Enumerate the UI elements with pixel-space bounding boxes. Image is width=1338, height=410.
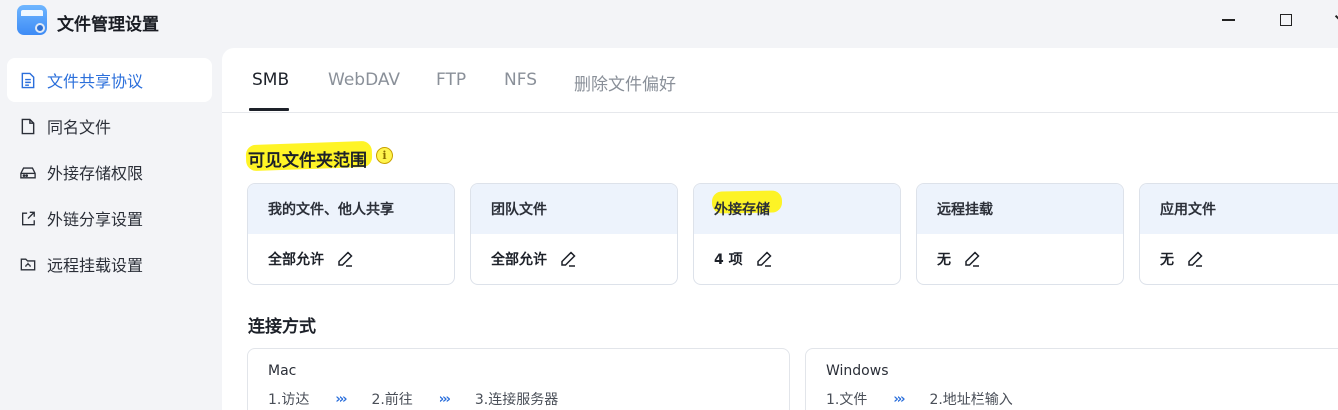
sidebar-item-external-link-share[interactable]: 外链分享设置 — [7, 196, 212, 240]
edit-icon[interactable] — [336, 250, 354, 268]
card-value: 全部允许 — [268, 252, 324, 268]
connection-steps: 1.文件 ››› 2.地址栏输入 — [826, 389, 1013, 409]
active-tab-indicator — [249, 108, 289, 111]
card-value: 全部允许 — [491, 252, 547, 268]
maximize-button[interactable] — [1272, 8, 1300, 32]
document-icon — [20, 71, 36, 89]
scope-card-my-files: 我的文件、他人共享 全部允许 — [247, 183, 455, 285]
sidebar-item-label: 外接存储权限 — [47, 164, 144, 183]
sidebar-item-remote-mount[interactable]: 远程挂载设置 — [7, 242, 212, 286]
maximize-icon — [1280, 14, 1292, 26]
connection-card-mac: Mac 1.访达 ››› 2.前往 ››› 3.连接服务器 — [247, 348, 790, 410]
scope-card-external-storage: 外接存储 4 项 — [693, 183, 901, 285]
main-panel: SMB WebDAV FTP NFS 删除文件偏好 可见文件夹范围 i 我的文件… — [222, 48, 1338, 410]
sidebar-item-label: 文件共享协议 — [47, 72, 144, 91]
sidebar-item-label: 外链分享设置 — [47, 210, 144, 229]
connection-steps: 1.访达 ››› 2.前往 ››› 3.连接服务器 — [268, 389, 558, 409]
tab-nfs[interactable]: NFS — [504, 70, 537, 90]
remote-mount-icon — [20, 255, 36, 273]
protocol-tabs: SMB WebDAV FTP NFS 删除文件偏好 — [222, 48, 1338, 113]
minimize-icon — [1221, 19, 1235, 21]
tab-ftp[interactable]: FTP — [436, 70, 466, 90]
sidebar: 文件共享协议 同名文件 外接存储权限 外链分享设置 远程挂载设置 — [7, 58, 212, 288]
sidebar-item-external-storage[interactable]: 外接存储权限 — [7, 150, 212, 194]
connection-title: 连接方式 — [248, 317, 316, 337]
card-value-row: 全部允许 — [471, 234, 677, 284]
scope-card-app-files: 应用文件 无 — [1139, 183, 1338, 285]
connection-step: 1.文件 — [826, 392, 868, 408]
card-header: 远程挂载 — [917, 184, 1123, 234]
connection-step: 2.地址栏输入 — [929, 392, 1013, 408]
card-value: 无 — [937, 252, 951, 268]
sidebar-item-label: 远程挂载设置 — [47, 256, 144, 275]
minimize-button[interactable] — [1214, 8, 1242, 32]
connection-card-windows: Windows 1.文件 ››› 2.地址栏输入 — [805, 348, 1338, 410]
share-icon — [20, 209, 36, 227]
connection-step: 3.连接服务器 — [474, 392, 559, 408]
scope-card-team-files: 团队文件 全部允许 — [470, 183, 678, 285]
connection-os-title: Windows — [826, 363, 889, 379]
card-header: 外接存储 — [714, 202, 770, 218]
edit-icon[interactable] — [1186, 250, 1204, 268]
card-header-row: 外接存储 — [694, 184, 900, 234]
title-bar: 文件管理设置 — [0, 0, 1338, 44]
tab-webdav[interactable]: WebDAV — [328, 70, 400, 90]
info-icon[interactable]: i — [376, 147, 393, 164]
close-button[interactable] — [1326, 8, 1338, 32]
card-value-row: 全部允许 — [248, 234, 454, 284]
card-value-row: 4 项 — [694, 234, 900, 284]
file-icon — [20, 117, 36, 135]
visible-scope-title: 可见文件夹范围 — [248, 151, 367, 171]
card-value-row: 无 — [1140, 234, 1338, 284]
tab-smb[interactable]: SMB — [252, 70, 289, 90]
step-arrow-icon: ››› — [438, 391, 451, 407]
card-header: 应用文件 — [1140, 184, 1338, 234]
card-header: 我的文件、他人共享 — [248, 184, 454, 234]
sidebar-item-duplicate-files[interactable]: 同名文件 — [7, 104, 212, 148]
step-arrow-icon: ››› — [335, 391, 347, 407]
window-title: 文件管理设置 — [57, 15, 159, 35]
edit-icon[interactable] — [559, 250, 577, 268]
sidebar-item-label: 同名文件 — [47, 118, 112, 137]
connection-step: 2.前往 — [371, 392, 413, 408]
tab-delete-file-preference[interactable]: 删除文件偏好 — [574, 70, 676, 95]
card-header: 团队文件 — [471, 184, 677, 234]
step-arrow-icon: ››› — [893, 391, 905, 407]
card-value: 无 — [1160, 252, 1174, 268]
drive-icon — [20, 163, 36, 181]
card-value: 4 项 — [714, 252, 743, 268]
scope-card-remote-mount: 远程挂载 无 — [916, 183, 1124, 285]
card-value-row: 无 — [917, 234, 1123, 284]
edit-icon[interactable] — [963, 250, 981, 268]
app-folder-icon — [17, 5, 47, 35]
connection-os-title: Mac — [268, 363, 297, 379]
sidebar-item-file-sharing-protocol[interactable]: 文件共享协议 — [7, 58, 212, 102]
gear-icon — [35, 23, 45, 33]
connection-step: 1.访达 — [268, 392, 310, 408]
edit-icon[interactable] — [755, 250, 773, 268]
